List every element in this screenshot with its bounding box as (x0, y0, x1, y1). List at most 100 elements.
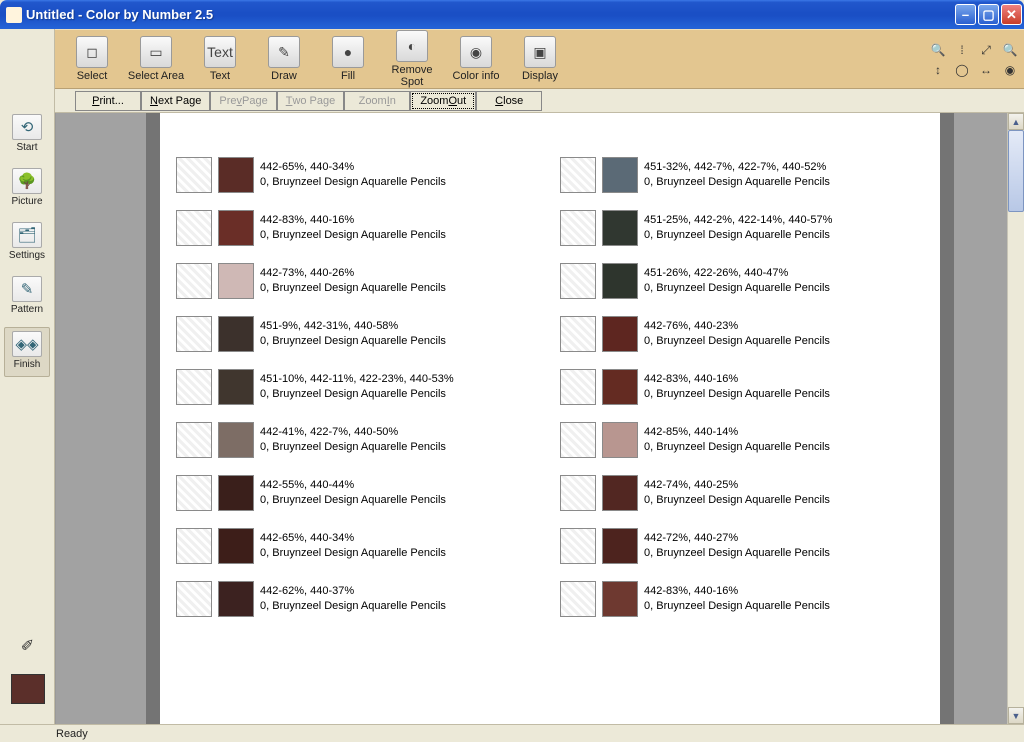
pattern-swatch (560, 263, 596, 299)
pattern-swatch (560, 475, 596, 511)
sidebar-item-pattern[interactable]: ✎Pattern (4, 273, 50, 321)
display-icon: ▣ (524, 36, 556, 68)
color-entry: 442-55%, 440-44%0, Bruynzeel Design Aqua… (176, 467, 546, 519)
select-icon: ◻ (76, 36, 108, 68)
vertical-scrollbar[interactable]: ▲ ▼ (1007, 113, 1024, 724)
color-info-icon: ◉ (460, 36, 492, 68)
minimize-button[interactable]: – (955, 4, 976, 25)
close-preview-button[interactable]: Close (476, 91, 542, 111)
entry-text: 442-73%, 440-26%0, Bruynzeel Design Aqua… (260, 266, 446, 296)
pattern-swatch (560, 581, 596, 617)
sidebar-item-finish[interactable]: ◈◈Finish (4, 327, 50, 377)
pattern-swatch (176, 475, 212, 511)
preview-workarea: 442-65%, 440-34%0, Bruynzeel Design Aqua… (55, 113, 1024, 724)
entry-text: 451-25%, 442-2%, 422-14%, 440-57%0, Bruy… (644, 213, 832, 243)
two-page-button[interactable]: Two Page (277, 91, 345, 111)
left-sidebar: ⟲Start🌳Picture🗂Settings✎Pattern◈◈Finish … (0, 29, 55, 724)
color-entry: 451-26%, 422-26%, 440-47%0, Bruynzeel De… (560, 255, 930, 307)
zoom-out-icon[interactable]: 🔍 (1002, 42, 1018, 58)
remove-spot-icon: ◐ (396, 30, 428, 62)
window-title: Untitled - Color by Number 2.5 (26, 7, 955, 22)
color-swatch (218, 210, 254, 246)
preview-page[interactable]: 442-65%, 440-34%0, Bruynzeel Design Aqua… (160, 113, 940, 724)
sidebar-item-start[interactable]: ⟲Start (4, 111, 50, 159)
page-shadow (940, 113, 954, 724)
color-entry: 442-62%, 440-37%0, Bruynzeel Design Aqua… (176, 573, 546, 625)
color-swatch (602, 475, 638, 511)
circle-icon[interactable]: ◯ (954, 62, 970, 78)
toolbar-color-info[interactable]: ◉Color info (447, 36, 505, 82)
pattern-swatch (176, 316, 212, 352)
fill-icon: ● (332, 36, 364, 68)
color-entry: 442-83%, 440-16%0, Bruynzeel Design Aqua… (176, 202, 546, 254)
zoom-in-icon[interactable]: 🔍 (930, 42, 946, 58)
entry-text: 442-85%, 440-14%0, Bruynzeel Design Aqua… (644, 425, 830, 455)
color-swatch (602, 369, 638, 405)
titlebar: Untitled - Color by Number 2.5 – ▢ ✕ (0, 0, 1024, 29)
text-icon: Text (204, 36, 236, 68)
scroll-thumb[interactable] (1008, 130, 1024, 212)
pattern-icon: ✎ (12, 276, 42, 302)
expand-icon[interactable]: ◉ (1002, 62, 1018, 78)
entry-text: 451-26%, 422-26%, 440-47%0, Bruynzeel De… (644, 266, 830, 296)
entry-text: 442-55%, 440-44%0, Bruynzeel Design Aqua… (260, 478, 446, 508)
preview-button-bar: Print... Next Page Prev Page Two Page Zo… (1, 89, 1024, 113)
entry-text: 451-32%, 442-7%, 422-7%, 440-52%0, Bruyn… (644, 160, 830, 190)
toolbar-text[interactable]: TextText (191, 36, 249, 82)
toolbar-display[interactable]: ▣Display (511, 36, 569, 82)
color-entry: 442-65%, 440-34%0, Bruynzeel Design Aqua… (176, 149, 546, 201)
close-window-button[interactable]: ✕ (1001, 4, 1022, 25)
toolbar-select[interactable]: ◻Select (63, 36, 121, 82)
color-swatch (602, 210, 638, 246)
entry-text: 442-65%, 440-34%0, Bruynzeel Design Aqua… (260, 531, 446, 561)
status-text: Ready (56, 728, 88, 740)
entry-text: 442-83%, 440-16%0, Bruynzeel Design Aqua… (260, 213, 446, 243)
eyedropper-icon[interactable]: ✐ (18, 636, 38, 656)
color-swatch (218, 157, 254, 193)
prev-page-button[interactable]: Prev Page (210, 91, 276, 111)
toolbar-draw[interactable]: ✎Draw (255, 36, 313, 82)
pattern-swatch (176, 528, 212, 564)
app-icon (6, 7, 22, 23)
color-entry: 442-41%, 422-7%, 440-50%0, Bruynzeel Des… (176, 414, 546, 466)
pattern-swatch (176, 263, 212, 299)
sidebar-item-picture[interactable]: 🌳Picture (4, 165, 50, 213)
next-page-button[interactable]: Next Page (141, 91, 210, 111)
color-entry: 451-25%, 442-2%, 422-14%, 440-57%0, Bruy… (560, 202, 930, 254)
vert-dots-icon[interactable]: ⁞ (954, 42, 970, 58)
color-swatch (602, 528, 638, 564)
toolbar-fill[interactable]: ●Fill (319, 36, 377, 82)
page-shadow (146, 113, 160, 724)
scroll-up-arrow[interactable]: ▲ (1008, 113, 1024, 130)
select-area-icon: ▭ (140, 36, 172, 68)
draw-icon: ✎ (268, 36, 300, 68)
corner-icon[interactable]: ↔ (978, 62, 994, 78)
entry-text: 442-62%, 440-37%0, Bruynzeel Design Aqua… (260, 584, 446, 614)
color-entry: 451-9%, 442-31%, 440-58%0, Bruynzeel Des… (176, 308, 546, 360)
fit-icon[interactable]: ⤢ (978, 42, 994, 58)
color-swatch (602, 422, 638, 458)
pattern-swatch (176, 422, 212, 458)
entry-text: 442-83%, 440-16%0, Bruynzeel Design Aqua… (644, 372, 830, 402)
color-entry: 442-83%, 440-16%0, Bruynzeel Design Aqua… (560, 573, 930, 625)
toolbar-select-area[interactable]: ▭Select Area (127, 36, 185, 82)
zoom-out-button[interactable]: Zoom Out (410, 91, 476, 111)
color-swatch (218, 422, 254, 458)
entry-text: 442-83%, 440-16%0, Bruynzeel Design Aqua… (644, 584, 830, 614)
pattern-swatch (560, 157, 596, 193)
start-icon: ⟲ (12, 114, 42, 140)
updown-icon[interactable]: ↕ (930, 62, 946, 78)
scroll-down-arrow[interactable]: ▼ (1008, 707, 1024, 724)
color-swatch (602, 263, 638, 299)
color-entry: 442-74%, 440-25%0, Bruynzeel Design Aqua… (560, 467, 930, 519)
sidebar-item-settings[interactable]: 🗂Settings (4, 219, 50, 267)
zoom-in-button[interactable]: Zoom In (344, 91, 410, 111)
entry-text: 442-65%, 440-34%0, Bruynzeel Design Aqua… (260, 160, 446, 190)
print-button[interactable]: Print... (75, 91, 141, 111)
maximize-button[interactable]: ▢ (978, 4, 999, 25)
main-toolbar: ◻Select▭Select AreaTextText✎Draw●Fill◐Re… (55, 29, 1024, 89)
toolbar-remove-spot[interactable]: ◐Remove Spot (383, 30, 441, 88)
current-color-chip[interactable] (11, 674, 45, 704)
color-entry: 442-73%, 440-26%0, Bruynzeel Design Aqua… (176, 255, 546, 307)
color-swatch (218, 475, 254, 511)
